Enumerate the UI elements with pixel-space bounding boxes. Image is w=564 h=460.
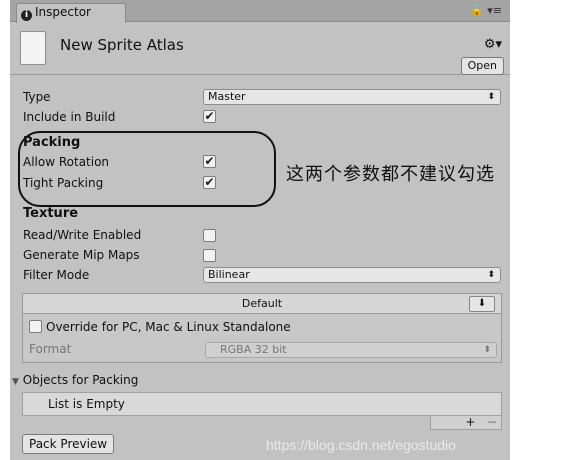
override-toggle[interactable]: Override for PC, Mac & Linux Standalone [29, 320, 291, 334]
filter-label: Filter Mode [23, 268, 90, 282]
asset-header: New Sprite Atlas ⚙▾ Open [10, 23, 510, 75]
foldout-arrow-icon: ▼ [12, 377, 19, 387]
tab-inspector[interactable]: i Inspector [16, 3, 126, 23]
type-label: Type [23, 90, 51, 104]
objects-foldout[interactable]: ▼ Objects for Packing [12, 373, 138, 387]
pack-preview-button[interactable]: Pack Preview [22, 434, 115, 454]
read-write-label: Read/Write Enabled [23, 228, 142, 242]
objects-list: List is Empty [22, 392, 502, 416]
override-label: Override for PC, Mac & Linux Standalone [46, 320, 291, 334]
dropdown-arrow-icon: ⬍ [487, 270, 495, 280]
dropdown-arrow-icon: ⬍ [487, 92, 495, 102]
watermark: https://blog.csdn.net/egostudio [266, 437, 456, 453]
type-value: Master [208, 90, 246, 103]
texture-header: Texture [23, 206, 79, 221]
objects-header: Objects for Packing [22, 373, 139, 387]
format-dropdown: RGBA 32 bit ⬍ [205, 342, 497, 358]
filter-value: Bilinear [208, 268, 250, 281]
annotation-oval [18, 131, 276, 207]
add-button[interactable]: + [465, 415, 475, 429]
asset-title: New Sprite Atlas [60, 36, 184, 54]
gear-icon[interactable]: ⚙▾ [484, 37, 502, 52]
download-icon[interactable]: ⬇ [469, 296, 495, 312]
remove-button[interactable]: − [487, 415, 497, 429]
read-write-checkbox[interactable] [203, 229, 216, 242]
mipmaps-label: Generate Mip Maps [23, 248, 140, 262]
override-checkbox[interactable] [29, 320, 42, 333]
tab-default[interactable]: Default ⬇ [23, 294, 501, 314]
open-button[interactable]: Open [460, 57, 504, 75]
inspector-panel: i Inspector 🔒 ▾≡ New Sprite Atlas ⚙▾ Open… [10, 0, 510, 460]
include-in-build-checkbox[interactable]: ✔ [203, 110, 216, 123]
info-icon: i [21, 10, 32, 21]
tab-label: Inspector [35, 5, 91, 19]
annotation-text: 这两个参数都不建议勾选 [286, 164, 495, 185]
default-tab-label: Default [241, 297, 283, 310]
platform-settings: Default ⬇ Override for PC, Mac & Linux S… [22, 293, 502, 363]
dropdown-arrow-icon: ⬍ [483, 345, 491, 355]
format-value: RGBA 32 bit [220, 343, 287, 356]
tab-bar: i Inspector 🔒 ▾≡ [10, 0, 510, 23]
mipmaps-checkbox[interactable] [203, 249, 216, 262]
lock-icon[interactable]: 🔒 ▾≡ [470, 4, 502, 17]
type-dropdown[interactable]: Master ⬍ [203, 89, 501, 105]
list-footer: + − [430, 416, 502, 430]
asset-file-icon [20, 31, 46, 65]
format-label: Format [29, 342, 72, 356]
filter-mode-dropdown[interactable]: Bilinear ⬍ [203, 267, 501, 283]
include-label: Include in Build [23, 110, 116, 124]
